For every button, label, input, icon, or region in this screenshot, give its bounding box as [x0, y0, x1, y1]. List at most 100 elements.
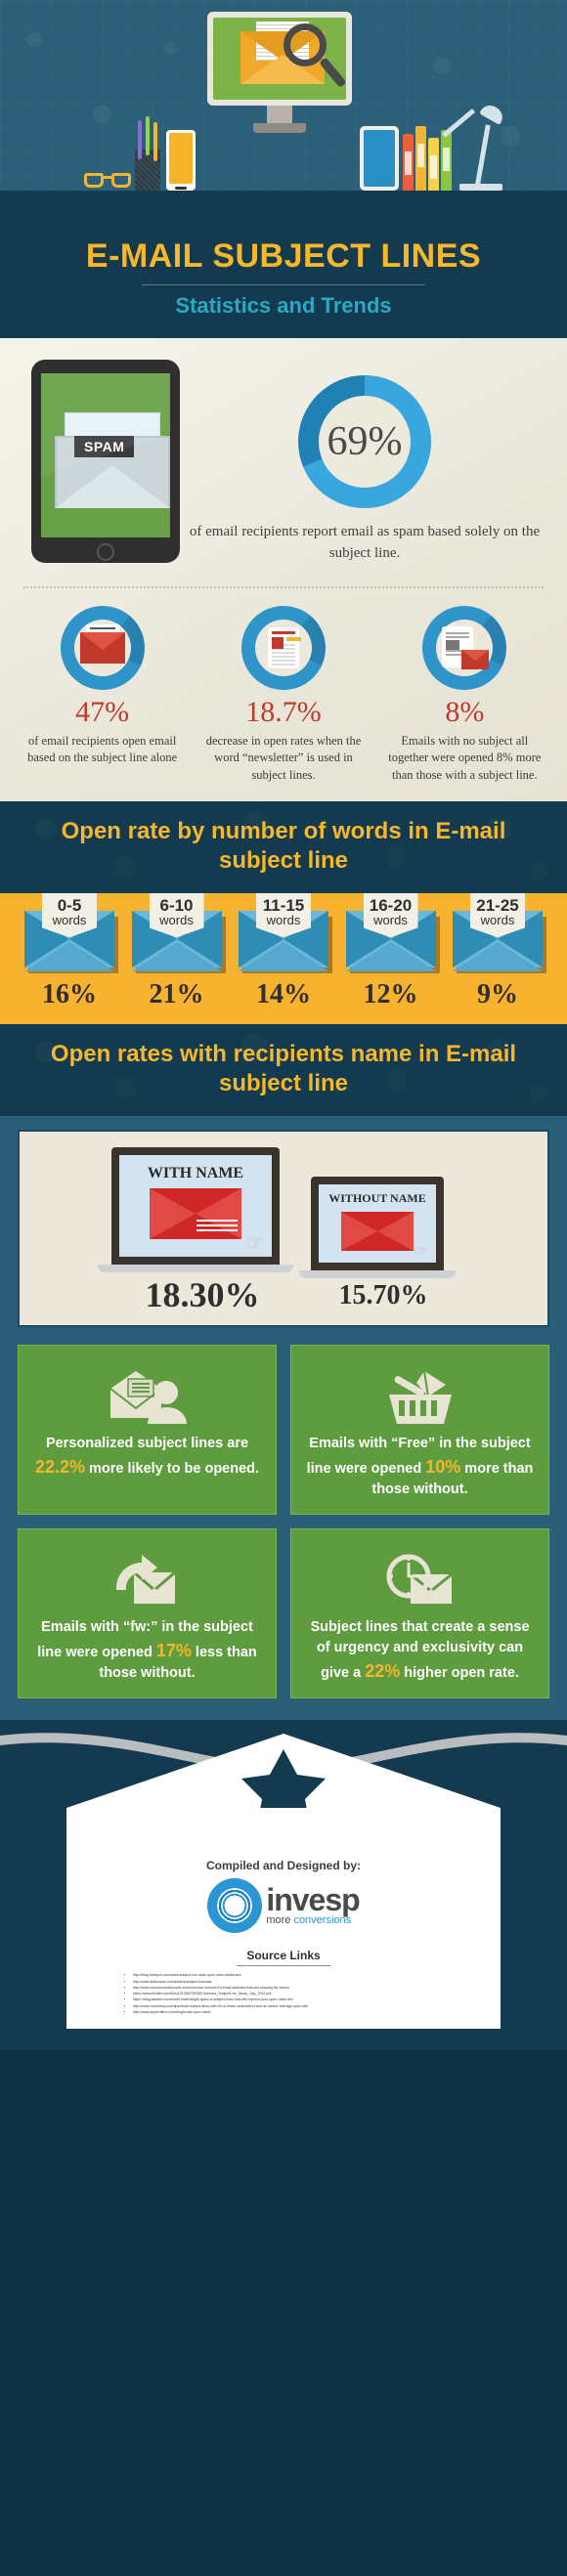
- red-envelope-icon: [150, 1188, 241, 1239]
- sources-divider: [237, 1965, 330, 1967]
- spam-percent-value: 69%: [327, 419, 403, 464]
- word-range-rate: 16%: [42, 979, 97, 1009]
- word-range-item: 11-15 words 14%: [236, 893, 332, 1010]
- word-range-label: 0-5: [57, 896, 82, 915]
- name-section-heading: Open rates with recipients name in E-mai…: [50, 1041, 517, 1096]
- pencil-cup-icon: [135, 116, 160, 191]
- stat-card: 8% Emails with no subject all together w…: [374, 605, 555, 785]
- name-open-rate-section: WITH NAME ☞ 18.30% WITHOUT NAME ☞ 15.70%…: [0, 1116, 567, 1721]
- compiled-label: Compiled and Designed by:: [205, 1859, 361, 1873]
- source-link[interactable]: http://www.superoffice.com/blog/email-op…: [133, 2009, 481, 2015]
- word-range-item: 6-10 words 21%: [129, 893, 226, 1010]
- stat-caption: of email recipients open email based on …: [27, 733, 178, 765]
- spam-badge: SPAM: [74, 436, 135, 457]
- shopping-basket-icon: [303, 1361, 537, 1434]
- without-name-value: 15.70%: [338, 1280, 428, 1310]
- word-unit-label: words: [373, 913, 408, 927]
- stat-card: 18.7% decrease in open rates when the wo…: [193, 605, 373, 785]
- donut-ring: 69%: [298, 375, 431, 508]
- tablet-icon: [360, 126, 399, 191]
- credits-badge: Compiled and Designed by: invesp more co…: [66, 1808, 501, 2030]
- envelope-icon: 16-20 words: [345, 893, 440, 973]
- forward-envelope-icon: [30, 1545, 264, 1617]
- infographic-page: E-MAIL SUBJECT LINES Statistics and Tren…: [0, 0, 567, 2051]
- title-band: E-MAIL SUBJECT LINES Statistics and Tren…: [0, 220, 567, 338]
- word-unit-label: words: [480, 913, 515, 927]
- tablet-spam-illustration: SPAM: [31, 360, 180, 563]
- fact-highlight: 22%: [365, 1661, 401, 1682]
- tablet-home-button: [97, 543, 114, 561]
- red-envelope-icon: [341, 1212, 414, 1251]
- monitor-icon: [207, 12, 352, 133]
- source-links-list: http://blog.hubspot.com/sales/subject-li…: [86, 1972, 481, 2015]
- fact-highlight: 10%: [425, 1457, 461, 1478]
- envelope-icon: 21-25 words: [453, 893, 546, 973]
- words-section-heading-band: Open rate by number of words in E-mail s…: [0, 801, 567, 893]
- stat-card: 47% of email recipients open email based…: [12, 605, 193, 785]
- envelope-icon: 0-5 words: [24, 893, 118, 973]
- document-envelope-icon: [422, 606, 506, 690]
- desk-lamp-icon: [442, 101, 506, 191]
- ribbon-decoration: [0, 1720, 567, 1809]
- without-name-label: WITHOUT NAME: [328, 1191, 426, 1205]
- fact-card: Subject lines that create a sense of urg…: [290, 1528, 549, 1699]
- stat-caption: Emails with no subject all together were…: [388, 733, 542, 782]
- name-section-heading-band: Open rates with recipients name in E-mai…: [0, 1024, 567, 1116]
- stat-ring: [422, 605, 507, 690]
- page-title: E-MAIL SUBJECT LINES: [85, 237, 482, 275]
- words-section-heading: Open rate by number of words in E-mail s…: [61, 818, 506, 874]
- fact-highlight: 17%: [155, 1641, 192, 1661]
- word-unit-label: words: [52, 913, 87, 927]
- fact-card: Emails with “fw:” in the subject line we…: [18, 1528, 277, 1699]
- desk-surface: [0, 191, 567, 220]
- envelope-icon: 11-15 words: [239, 893, 332, 973]
- word-unit-label: words: [159, 913, 194, 927]
- fact-highlight: 22.2%: [34, 1457, 85, 1478]
- word-range-item: 0-5 words 16%: [22, 893, 118, 1010]
- envelope-icon: 6-10 words: [131, 893, 226, 973]
- laptop-comparison-card: WITH NAME ☞ 18.30% WITHOUT NAME ☞ 15.70%: [18, 1130, 549, 1327]
- spam-envelope-icon: SPAM: [55, 412, 170, 508]
- word-range-label: 21-25: [476, 896, 519, 915]
- sources-title: Source Links: [246, 1949, 321, 1963]
- invesp-wordmark: invesp: [266, 1881, 360, 1917]
- words-open-rate-chart: 0-5 words 16% 6-10 words 21% 11-15 words…: [0, 893, 567, 1024]
- stat-caption: decrease in open rates when the word “ne…: [205, 733, 362, 782]
- footer: Compiled and Designed by: invesp more co…: [0, 1720, 567, 2051]
- fact-text: Subject lines that create a sense of urg…: [310, 1619, 530, 1682]
- open-envelope-icon: [61, 606, 145, 690]
- spam-donut-chart: 69% of email recipients report email as …: [180, 360, 549, 565]
- fact-text: Emails with “fw:” in the subject line we…: [37, 1619, 257, 1682]
- fact-text: Personalized subject lines are 22.2% mor…: [34, 1436, 260, 1478]
- spam-stats-section: SPAM 69% of email recipients report emai…: [0, 338, 567, 801]
- word-range-label: 16-20: [369, 896, 413, 915]
- word-range-item: 16-20 words 12%: [343, 893, 440, 1010]
- stat-value: 18.7%: [245, 695, 322, 728]
- word-range-label: 6-10: [159, 896, 194, 915]
- fact-card: Emails with “Free” in the subject line w…: [290, 1345, 549, 1516]
- word-range-item: 21-25 words 9%: [450, 893, 546, 1010]
- invesp-tagline: more conversions: [266, 1913, 352, 1926]
- word-range-rate: 9%: [477, 979, 518, 1009]
- stat-value: 47%: [75, 695, 130, 728]
- title-divider: [142, 284, 425, 285]
- with-name-value: 18.30%: [145, 1275, 260, 1314]
- stat-ring: [240, 605, 326, 690]
- invesp-logo[interactable]: invesp more conversions: [86, 1878, 481, 1934]
- fact-card: Personalized subject lines are 22.2% mor…: [18, 1345, 277, 1516]
- word-range-rate: 14%: [256, 979, 311, 1009]
- word-range-rate: 21%: [149, 979, 204, 1009]
- cursor-icon: ☞: [414, 1243, 428, 1260]
- footer-padding: [0, 2029, 567, 2050]
- word-unit-label: words: [266, 913, 301, 927]
- word-range-rate: 12%: [363, 979, 418, 1009]
- stat-value: 8%: [445, 695, 485, 728]
- spam-percent-caption: of email recipients report email as spam…: [189, 524, 541, 561]
- glasses-icon: [84, 173, 131, 189]
- with-name-group: WITH NAME ☞ 18.30%: [98, 1147, 293, 1315]
- fact-text: Emails with “Free” in the subject line w…: [306, 1436, 534, 1498]
- three-stat-row: 47% of email recipients open email based…: [0, 605, 567, 785]
- cursor-icon: ☞: [246, 1232, 264, 1254]
- with-name-label: WITH NAME: [147, 1165, 244, 1181]
- invesp-logo-mark-icon: [207, 1878, 263, 1934]
